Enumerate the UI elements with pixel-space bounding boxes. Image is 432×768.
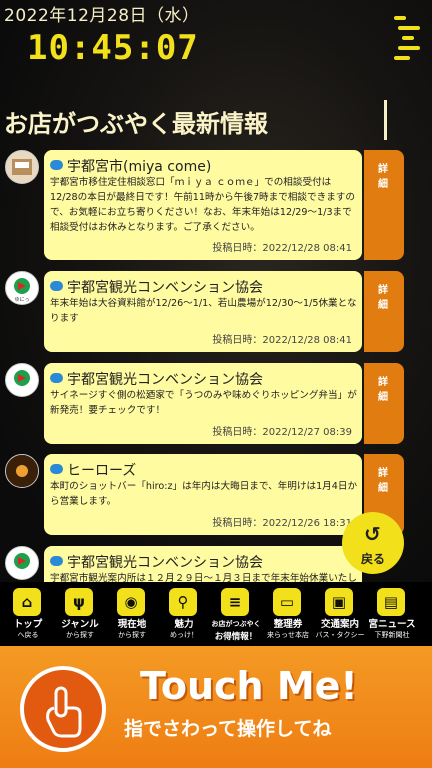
post-shop-name: 宇都宮観光コンベンション協会	[67, 555, 263, 571]
map-pin-icon: ◉	[117, 588, 145, 616]
touch-title: Touch Me!	[140, 664, 358, 708]
menu-icon[interactable]	[388, 14, 422, 66]
touch-me-banner[interactable]: Touch Me! 指でさわって操作してね	[0, 646, 432, 768]
bus-icon: ▣	[325, 588, 353, 616]
post-card[interactable]: ヒーローズ 本町のショットバー「hiro:z」は年内は大晦日まで、年明けは1月4…	[44, 454, 362, 535]
touch-hand-icon	[20, 666, 106, 752]
nav-item-news[interactable]: ▤ 宮ニュース 下野新聞社	[368, 588, 416, 644]
shop-avatar	[5, 454, 39, 488]
post-card[interactable]: 宇都宮観光コンベンション協会 宇都宮市観光案内所は１２月２９日～１月３日まで年末…	[44, 546, 362, 582]
back-label: 戻る	[360, 552, 385, 566]
post-time: 投稿日時：2022/12/27 08:39	[212, 427, 352, 438]
post-body: 年末年始は大谷資料館が12/26～1/1、若山農場が12/30～1/5休業となり…	[50, 298, 357, 324]
post-card[interactable]: 宇都宮観光コンベンション協会 年末年始は大谷資料館が12/26～1/1、若山農場…	[44, 271, 362, 352]
nav-item-genre[interactable]: ψ ジャンル から探す	[56, 588, 104, 644]
chat-bubble-icon	[50, 556, 63, 566]
chat-icon: ≡	[221, 588, 249, 616]
shop-avatar	[5, 363, 39, 397]
svg-text:ゆにっ: ゆにっ	[14, 297, 29, 303]
magnifier-icon: ⚲	[169, 588, 197, 616]
post-shop-name: ヒーローズ	[67, 463, 137, 479]
detail-button[interactable]: 詳細	[364, 150, 404, 260]
nav-item-charm[interactable]: ⚲ 魅力 めっけ！	[160, 588, 208, 644]
post-time: 投稿日時：2022/12/28 08:41	[212, 335, 352, 346]
date-display: 2022年12月28日（水）	[4, 6, 200, 26]
touch-subtitle: 指でさわって操作してね	[124, 718, 332, 740]
back-arrow-icon: ↺	[364, 522, 381, 546]
bottom-nav: ⌂ トップ へ戻る ψ ジャンル から探す ◉ 現在地 から探す ⚲ 魅力 めっ…	[0, 582, 432, 646]
fork-knife-icon: ψ	[65, 588, 93, 616]
post-time: 投稿日時：2022/12/28 08:41	[212, 243, 352, 254]
home-icon: ⌂	[13, 588, 41, 616]
section-title: お店がつぶやく最新情報	[4, 110, 268, 138]
nav-item-shop-news[interactable]: ≡ お店がつぶやく お得情報！	[212, 588, 261, 644]
post-shop-name: 宇都宮観光コンベンション協会	[67, 372, 263, 388]
chat-bubble-icon	[50, 373, 63, 383]
ticket-icon: ▭	[273, 588, 301, 616]
nav-item-top[interactable]: ⌂ トップ へ戻る	[4, 588, 52, 644]
post-body: サイネージすぐ側の松廼家で「うつのみや味めぐりホッピング弁当」が新発売！要チェッ…	[50, 390, 357, 416]
chat-bubble-icon	[50, 464, 63, 474]
chat-bubble-icon	[50, 281, 63, 291]
post-card[interactable]: 宇都宮市(miya come) 宇都宮市移住定住相談窓口「ｍｉｙａ ｃｏｍｅ」で…	[44, 150, 362, 260]
post-time: 投稿日時：2022/12/26 18:31	[212, 518, 352, 529]
post-body: 宇都宮市観光案内所は１２月２９日～１月３日まで年末年始休業いたし	[50, 573, 357, 582]
nav-item-transport[interactable]: ▣ 交通案内 バス・タクシー	[316, 588, 365, 644]
clock-display: 10:45:07	[27, 28, 199, 68]
post-shop-name: 宇都宮市(miya come)	[67, 159, 212, 175]
post-card[interactable]: 宇都宮観光コンベンション協会 サイネージすぐ側の松廼家で「うつのみや味めぐりホッ…	[44, 363, 362, 444]
back-button[interactable]: ↺ 戻る	[342, 512, 404, 574]
post-body: 宇都宮市移住定住相談窓口「ｍｉｙａ ｃｏｍｅ」での相談受付は12/28の本日が最…	[50, 177, 355, 233]
shop-avatar	[5, 546, 39, 580]
nav-item-ticket[interactable]: ▭ 整理券 来らっせ本店	[264, 588, 312, 644]
shop-avatar: ゆにっ	[5, 271, 39, 305]
shop-avatar	[5, 150, 39, 184]
news-icon: ▤	[377, 588, 405, 616]
post-shop-name: 宇都宮観光コンベンション協会	[67, 280, 263, 296]
chat-bubble-icon	[50, 160, 63, 170]
detail-button[interactable]: 詳細	[364, 271, 404, 352]
title-divider	[384, 100, 387, 140]
post-body: 本町のショットバー「hiro:z」は年内は大晦日まで、年明けは1月4日から営業し…	[50, 481, 358, 507]
nav-item-location[interactable]: ◉ 現在地 から探す	[108, 588, 156, 644]
detail-button[interactable]: 詳細	[364, 363, 404, 444]
